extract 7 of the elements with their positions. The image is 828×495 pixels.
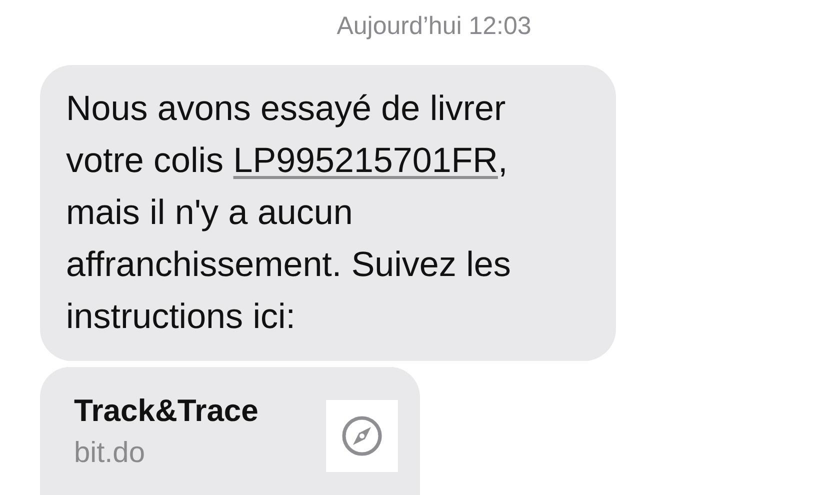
tracking-link[interactable]: LP995215701FR xyxy=(233,141,498,180)
timestamp: Aujourd’hui 12:03 xyxy=(336,12,532,41)
message-text: Nous avons essayé de livrer votre colis LP995215701FR, mais il n'y a aucun affranchissement. Suivez les instructions ici: xyxy=(66,88,512,338)
compass-icon xyxy=(326,400,398,472)
preview-title: Track&Trace xyxy=(74,393,258,429)
preview-domain: bit.do xyxy=(74,437,146,470)
link-preview-card[interactable]: Track&Trace bit.do xyxy=(40,367,420,495)
